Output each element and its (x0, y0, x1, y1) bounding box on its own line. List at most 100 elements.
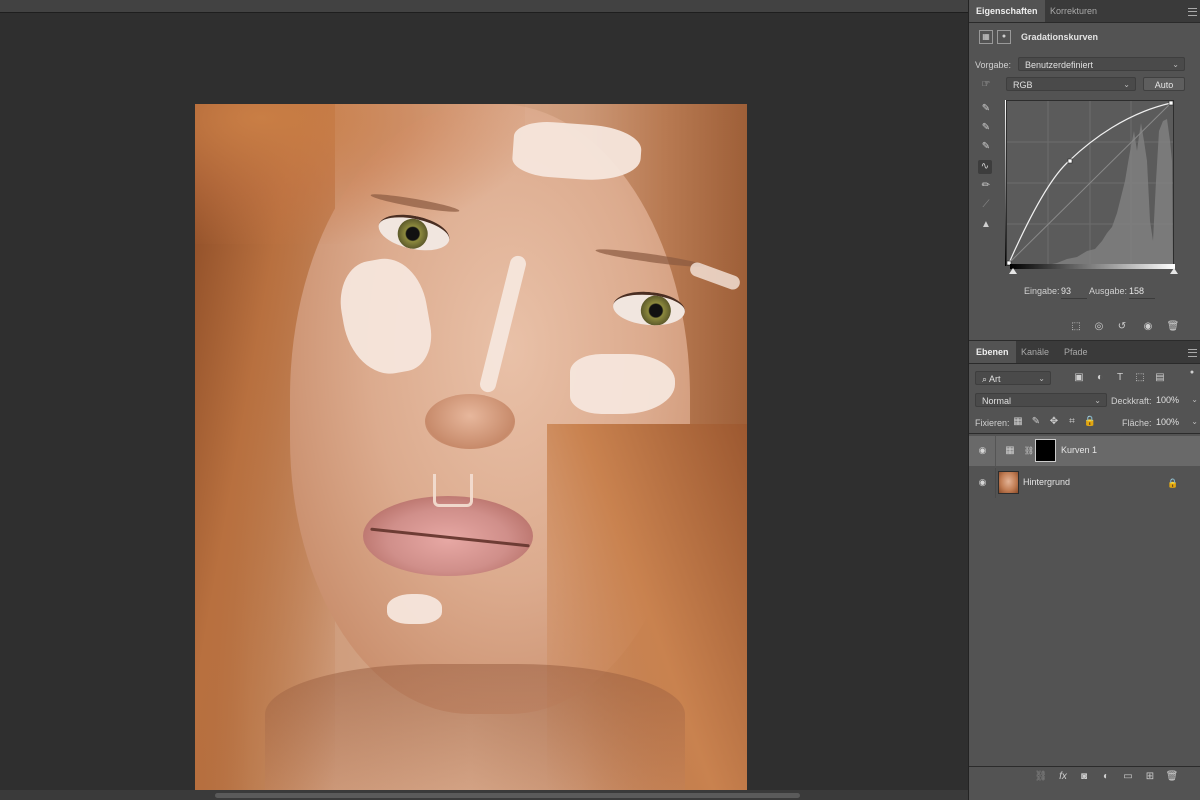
tab-kanaele[interactable]: Kanäle (1014, 341, 1056, 363)
curves-graph[interactable] (1006, 100, 1174, 266)
reset-icon[interactable]: ↺ (1115, 320, 1129, 334)
input-field[interactable]: 93 (1061, 285, 1087, 299)
chevron-down-icon: ⌄ (1172, 60, 1179, 69)
clip-to-layer-icon[interactable]: ⬚ (1069, 320, 1083, 334)
chevron-down-icon: ⌄ (1038, 374, 1045, 383)
opacity-field[interactable]: 100% ⌄ (1154, 393, 1198, 407)
lock-artboard-icon[interactable]: ⌗ (1065, 415, 1079, 429)
lock-icon: 🔒 (1167, 478, 1179, 488)
hair-top (195, 104, 525, 244)
layer-filter-dropdown[interactable]: ⌕ Art ⌄ (975, 371, 1051, 385)
options-bar (0, 0, 968, 12)
new-adjustment-layer-icon[interactable]: ◐ (1099, 770, 1113, 784)
preset-label: Vorgabe: (975, 60, 1012, 70)
channel-dropdown[interactable]: RGB ⌄ (1006, 77, 1136, 91)
output-field[interactable]: 158 (1129, 285, 1155, 299)
filter-value: Art (989, 374, 1001, 384)
visibility-icon[interactable]: ◉ (1141, 320, 1155, 334)
fill-field[interactable]: 100% ⌄ (1154, 415, 1198, 429)
eyedropper-white-icon[interactable]: ✎ (979, 140, 993, 154)
group-folder-icon[interactable]: ▭ (1121, 770, 1135, 784)
lock-position-icon[interactable]: ✥ (1047, 415, 1061, 429)
nose (425, 394, 515, 449)
filter-type-icon[interactable]: T (1113, 371, 1127, 385)
filter-toggle-icon[interactable]: ● (1185, 366, 1199, 380)
opacity-value: 100% (1156, 395, 1180, 405)
mask-icon[interactable]: ● (997, 30, 1011, 44)
fx-icon[interactable]: fx (1056, 770, 1070, 784)
preset-value: Benutzerdefiniert (1025, 60, 1094, 70)
trash-icon[interactable]: 🗑 (1165, 770, 1179, 784)
eye-icon[interactable]: ◉ (977, 477, 988, 488)
highlight-patch-right-cheek (570, 354, 675, 414)
layer-name[interactable]: Hintergrund (1023, 477, 1070, 487)
filter-adjustment-icon[interactable]: ◐ (1093, 371, 1107, 385)
layer-separator (995, 436, 996, 466)
tab-korrekturen[interactable]: Korrekturen (1043, 0, 1104, 22)
new-layer-icon[interactable]: ⊞ (1143, 770, 1157, 784)
right-panels: Eigenschaften Korrekturen ▦ ● Gradations… (968, 0, 1200, 800)
lock-transparency-icon[interactable]: ▦ (1011, 415, 1025, 429)
smooth-icon[interactable]: ⟋ (979, 198, 993, 212)
target-adjust-hand-icon[interactable]: ☞ (979, 78, 993, 92)
delete-icon[interactable]: 🗑 (1166, 320, 1180, 334)
fill-value: 100% (1156, 417, 1180, 427)
layer-row-kurven[interactable]: ◉ ▦ ⛓ Kurven 1 (969, 436, 1200, 466)
layer-row-hintergrund[interactable]: ◉ Hintergrund 🔒 (969, 468, 1200, 498)
highlight-patch-eye-corner (688, 260, 742, 292)
layers-bottom-toolbar: ⛓ fx ◙ ◐ ▭ ⊞ 🗑 (969, 767, 1200, 787)
auto-button[interactable]: Auto (1143, 77, 1185, 91)
filter-smartobject-icon[interactable]: ▤ (1153, 371, 1167, 385)
layer-thumbnail[interactable] (998, 471, 1019, 494)
view-previous-state-icon[interactable]: ◎ (1092, 320, 1106, 334)
layer-separator (995, 468, 996, 498)
add-mask-icon[interactable]: ◙ (1077, 770, 1091, 784)
portrait-photo[interactable] (195, 104, 747, 790)
curves-layer-icon: ▦ (1005, 445, 1015, 456)
layer-mask-thumbnail[interactable] (1035, 439, 1056, 462)
blend-mode-dropdown[interactable]: Normal ⌄ (975, 393, 1107, 407)
layers-tabbar: Ebenen Kanäle Pfade (969, 341, 1200, 364)
curve-point-icon[interactable]: ∿ (978, 160, 992, 174)
opacity-label: Deckkraft: (1111, 396, 1152, 406)
chevron-down-icon: ⌄ (1191, 395, 1198, 404)
pencil-icon[interactable]: ✏ (979, 179, 993, 193)
lock-label: Fixieren: (975, 418, 1010, 428)
lock-all-icon[interactable]: 🔒 (1083, 415, 1097, 429)
properties-tabbar: Eigenschaften Korrekturen (969, 0, 1200, 23)
eye-icon[interactable]: ◉ (977, 445, 988, 456)
panel-menu-icon[interactable] (1188, 8, 1197, 16)
white-point-slider[interactable] (1170, 268, 1178, 274)
eyedropper-black-icon[interactable]: ✎ (979, 102, 993, 116)
curves-svg (1007, 101, 1173, 265)
preset-dropdown[interactable]: Benutzerdefiniert ⌄ (1018, 57, 1185, 71)
lock-image-icon[interactable]: ✎ (1029, 415, 1043, 429)
tab-pfade[interactable]: Pfade (1057, 341, 1095, 363)
blend-mode-value: Normal (982, 396, 1012, 406)
curves-adjustment-icon: ▦ (979, 30, 993, 44)
curve-point-white[interactable] (1168, 101, 1173, 106)
layer-name[interactable]: Kurven 1 (1061, 445, 1097, 455)
histogram-warning-icon[interactable]: ▲ (979, 218, 993, 232)
highlight-patch-chin (387, 594, 442, 624)
highlight-patch-philtrum (433, 474, 473, 507)
filter-shape-icon[interactable]: ⬚ (1133, 371, 1147, 385)
chevron-down-icon: ⌄ (1123, 80, 1130, 89)
link-icon[interactable]: ⛓ (1022, 444, 1036, 458)
document-canvas[interactable] (0, 13, 968, 790)
tab-ebenen[interactable]: Ebenen (969, 341, 1016, 363)
black-point-slider[interactable] (1009, 268, 1017, 274)
chevron-down-icon: ⌄ (1094, 396, 1101, 405)
layers-divider (969, 433, 1200, 434)
filter-pixel-icon[interactable]: ▣ (1072, 371, 1086, 385)
tab-eigenschaften[interactable]: Eigenschaften (969, 0, 1045, 22)
link-layers-icon[interactable]: ⛓ (1034, 770, 1048, 784)
scrollbar-thumb[interactable] (215, 793, 800, 798)
eyedropper-gray-icon[interactable]: ✎ (979, 121, 993, 135)
channel-value: RGB (1013, 80, 1033, 90)
adjustment-title: Gradationskurven (1021, 32, 1099, 42)
panel-menu-icon[interactable] (1188, 349, 1197, 357)
curve-point-mid[interactable] (1067, 158, 1073, 164)
output-label: Ausgabe: (1089, 286, 1128, 296)
fill-label: Fläche: (1122, 418, 1152, 428)
